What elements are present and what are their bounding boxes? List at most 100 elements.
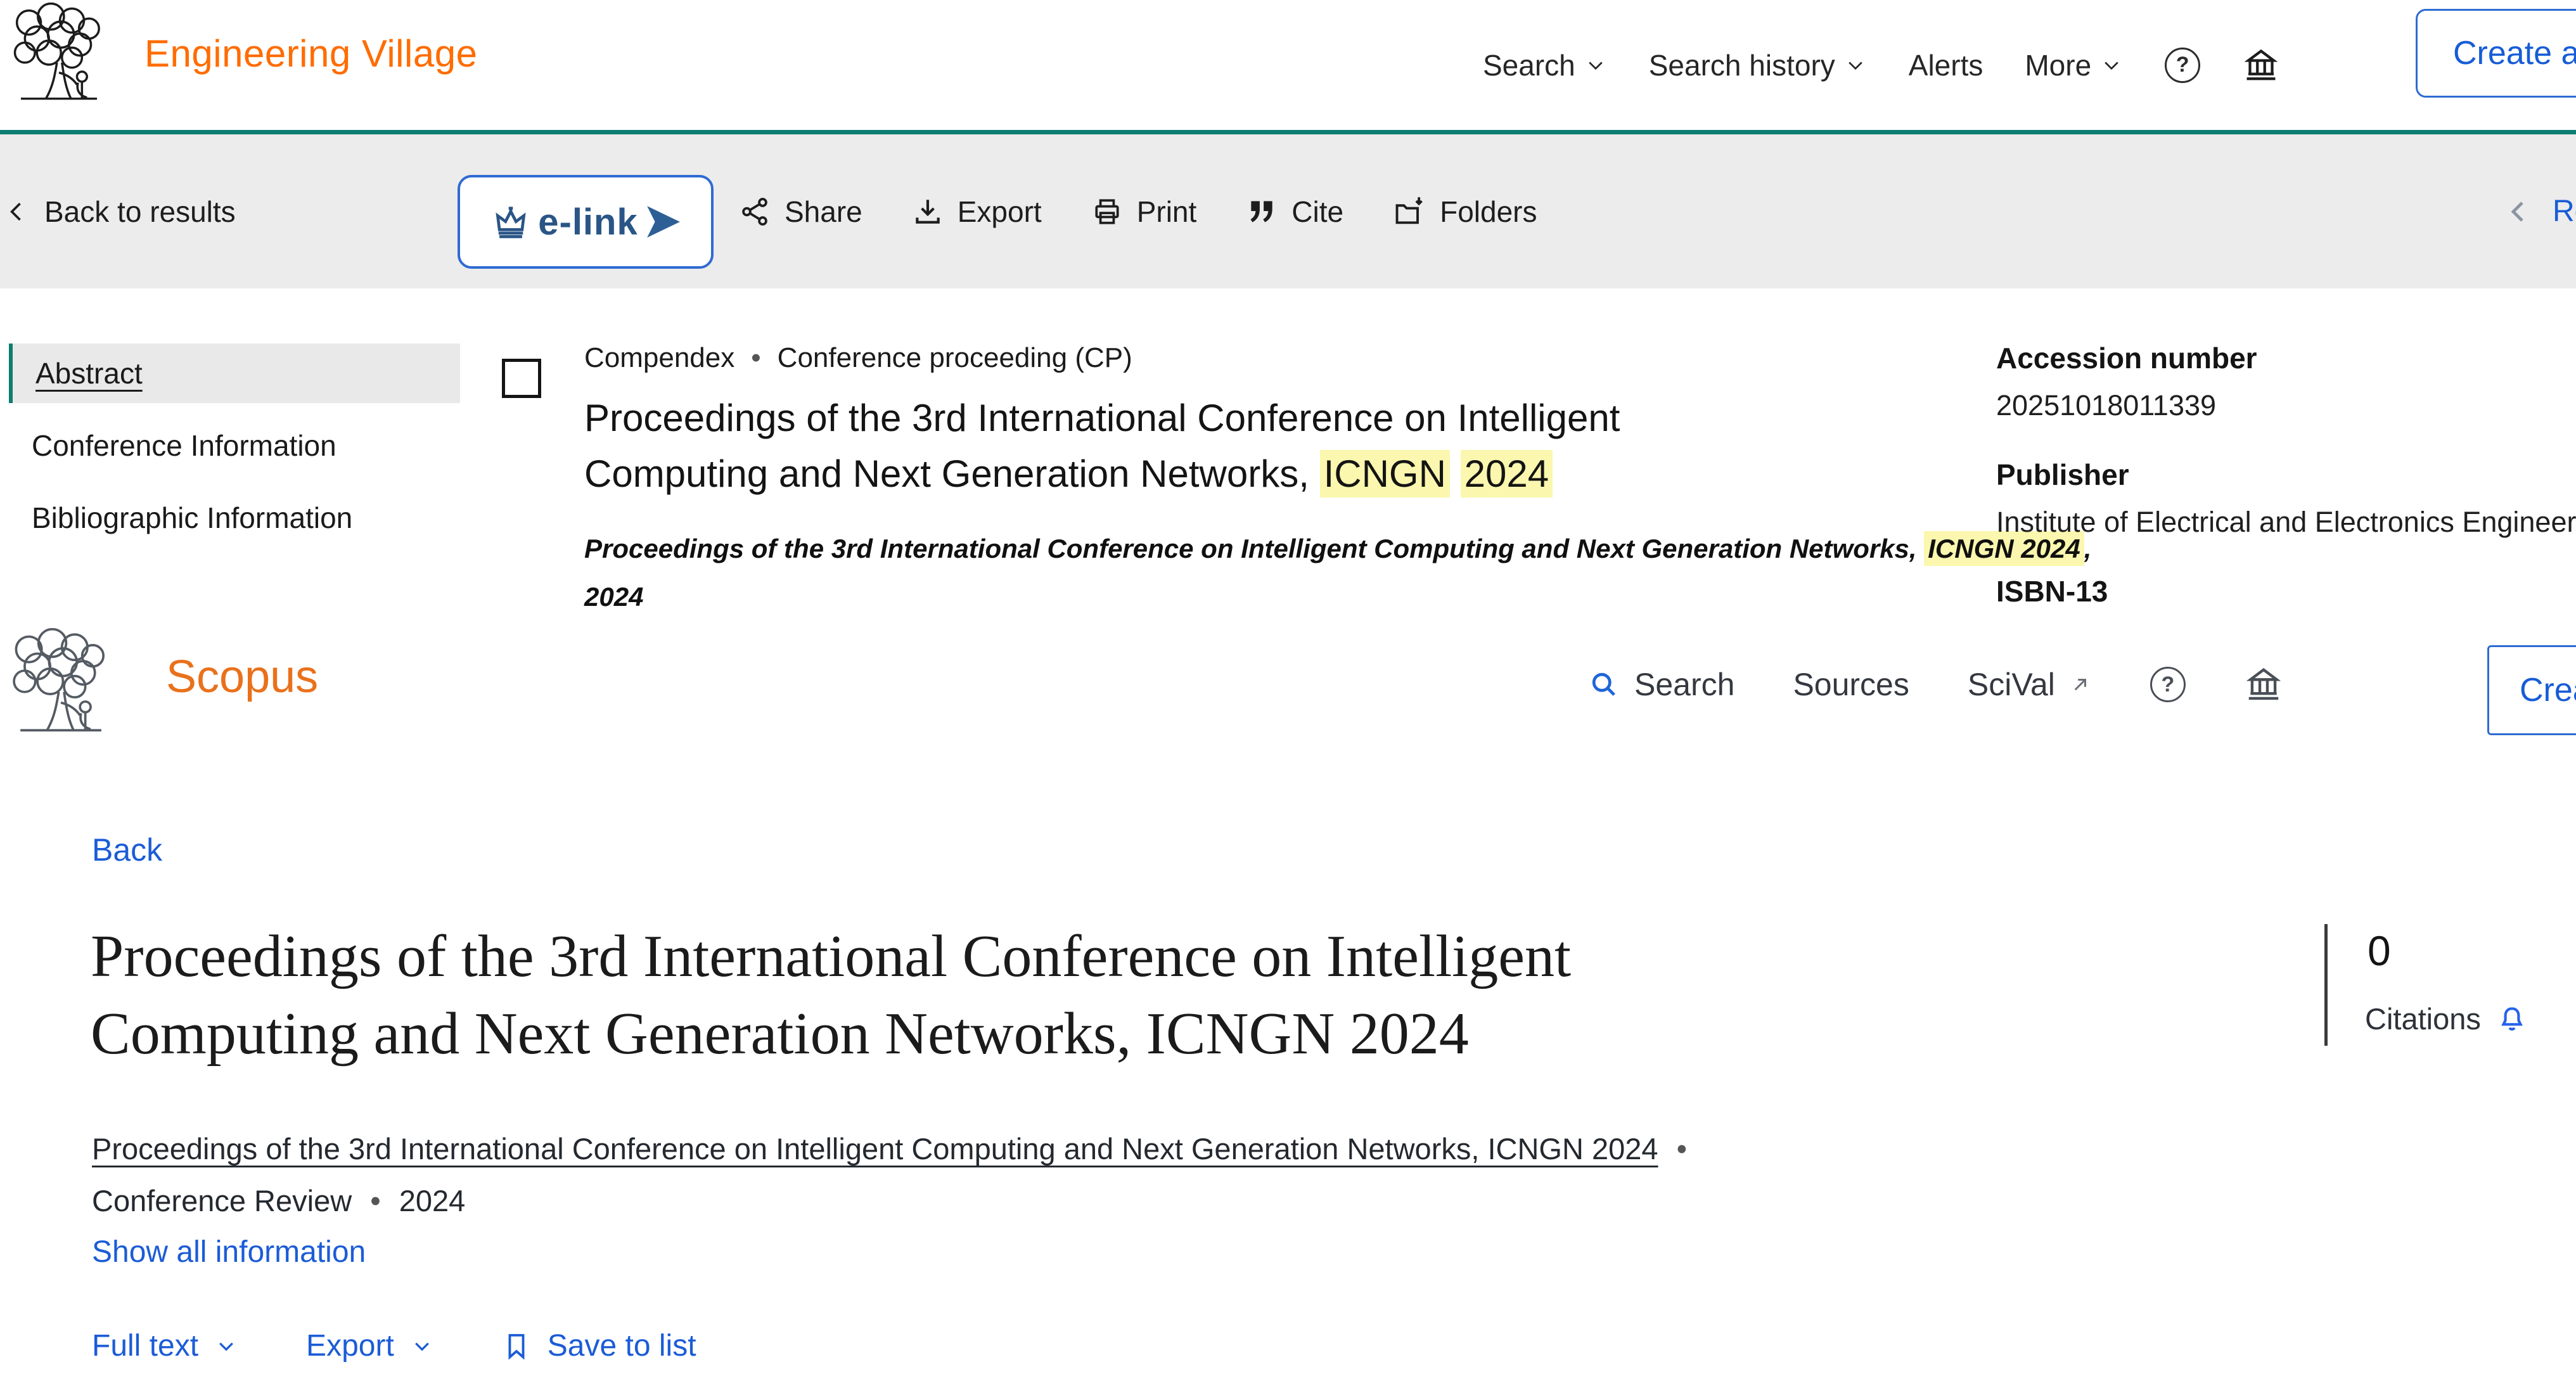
field-isbn13: ISBN-13 xyxy=(1996,574,2576,608)
bullet-separator: • xyxy=(751,342,760,374)
share-button[interactable]: Share xyxy=(739,195,862,229)
chevron-left-icon xyxy=(2503,196,2534,227)
scopus-export-button[interactable]: Export xyxy=(306,1328,433,1363)
elsevier-tree-logo-icon xyxy=(8,628,114,735)
ev-nav-alerts-label: Alerts xyxy=(1909,48,1983,82)
scopus-header: Scopus Search Sources SciVal ? xyxy=(0,624,2576,745)
scopus-help-button[interactable]: ? xyxy=(2150,667,2186,702)
ev-header: Engineering Village Search Search histor… xyxy=(0,0,2576,130)
chevron-left-icon xyxy=(3,198,30,226)
scopus-actions: Full text Export Save to list xyxy=(92,1328,696,1363)
scopus-nav-scival[interactable]: SciVal xyxy=(1968,666,2092,703)
document-type: Conference proceeding (CP) xyxy=(778,342,1132,374)
scopus-brand-title: Scopus xyxy=(166,651,318,703)
back-to-results-label: Back to results xyxy=(44,195,236,229)
elsevier-tree-logo-icon xyxy=(8,3,110,103)
save-to-list-button[interactable]: Save to list xyxy=(502,1328,696,1363)
ev-nav-more-label: More xyxy=(2025,48,2091,82)
field-value: 20251018011339 xyxy=(1996,389,2576,422)
crown-icon xyxy=(490,201,532,243)
help-button[interactable]: ? xyxy=(2165,48,2200,83)
scopus-year: 2024 xyxy=(399,1184,466,1218)
ev-brand-title: Engineering Village xyxy=(144,32,477,75)
ev-record-details: Accession number 20251018011339 Publishe… xyxy=(1996,341,2576,644)
arrow-right-icon xyxy=(644,203,681,240)
ev-nav-more[interactable]: More xyxy=(2025,48,2123,82)
scopus-create-account-button[interactable]: Crea xyxy=(2487,645,2576,735)
citations-block: Citations xyxy=(2365,1001,2528,1036)
field-label: ISBN-13 xyxy=(1996,574,2576,608)
record-pager[interactable]: Re xyxy=(2503,134,2576,288)
quote-icon xyxy=(1246,196,1278,228)
ev-create-account-button[interactable]: Create acc xyxy=(2416,9,2576,98)
scopus-document-type: Conference Review xyxy=(92,1184,352,1218)
help-icon: ? xyxy=(2150,667,2186,702)
source-title-text: Proceedings of the 3rd International Con… xyxy=(584,534,1917,563)
elink-label: e-link xyxy=(538,201,638,243)
institution-button[interactable] xyxy=(2242,46,2280,84)
chevron-down-icon xyxy=(1844,54,1867,77)
select-record-checkbox[interactable] xyxy=(502,359,541,398)
chevron-down-icon xyxy=(411,1335,433,1358)
print-button[interactable]: Print xyxy=(1091,195,1197,229)
record-title: Proceedings of the 3rd International Con… xyxy=(584,390,1738,502)
folders-label: Folders xyxy=(1440,195,1537,229)
scopus-source-line: Proceedings of the 3rd International Con… xyxy=(92,1123,1752,1227)
bookmark-icon xyxy=(502,1330,531,1362)
scopus-record-title: Proceedings of the 3rd International Con… xyxy=(91,918,1814,1072)
help-glyph: ? xyxy=(2162,672,2175,697)
bell-icon[interactable] xyxy=(2496,1003,2528,1035)
citations-divider xyxy=(2324,924,2328,1046)
scopus-nav-search-label: Search xyxy=(1634,666,1734,703)
scopus-nav-scival-label: SciVal xyxy=(1968,666,2055,703)
export-button[interactable]: Export xyxy=(912,195,1042,229)
sidebar-item-label: Conference Information xyxy=(32,428,336,463)
folder-add-icon xyxy=(1393,195,1426,228)
ev-nav-search-history[interactable]: Search history xyxy=(1649,48,1867,82)
folders-button[interactable]: Folders xyxy=(1393,195,1537,229)
ev-nav-alerts[interactable]: Alerts xyxy=(1909,48,1983,82)
page: Engineering Village Search Search histor… xyxy=(0,0,2576,1388)
record-source-line: Proceedings of the 3rd International Con… xyxy=(584,525,2105,621)
chevron-down-icon xyxy=(2100,54,2123,77)
full-text-button[interactable]: Full text xyxy=(92,1328,238,1363)
sidebar-item-bibliographic-information[interactable]: Bibliographic Information xyxy=(9,488,460,548)
chevron-down-icon xyxy=(215,1335,238,1358)
ev-nav-search[interactable]: Search xyxy=(1483,48,1607,82)
elink-button[interactable]: e-link xyxy=(458,175,714,269)
ev-record-sidebar: Abstract Conference Information Bibliogr… xyxy=(9,344,460,560)
ev-create-account-label: Create acc xyxy=(2453,34,2576,72)
external-link-arrow-icon xyxy=(2069,673,2092,696)
field-publisher: Publisher Institute of Electrical and El… xyxy=(1996,458,2576,539)
cite-button[interactable]: Cite xyxy=(1246,195,1343,229)
cite-label: Cite xyxy=(1291,195,1343,229)
help-icon: ? xyxy=(2165,48,2200,83)
ev-nav-search-history-label: Search history xyxy=(1649,48,1835,82)
scopus-export-label: Export xyxy=(306,1328,394,1363)
export-label: Export xyxy=(958,195,1042,229)
institution-icon xyxy=(2244,665,2283,704)
scopus-source-link[interactable]: Proceedings of the 3rd International Con… xyxy=(92,1132,1658,1166)
scopus-nav-search[interactable]: Search xyxy=(1587,666,1734,703)
sidebar-item-conference-information[interactable]: Conference Information xyxy=(9,416,460,475)
scopus-create-account-label: Crea xyxy=(2520,671,2576,709)
show-all-information-link[interactable]: Show all information xyxy=(92,1235,366,1269)
bullet-separator: • xyxy=(370,1184,380,1218)
sidebar-item-abstract[interactable]: Abstract xyxy=(9,344,460,403)
highlighted-term: 2024 xyxy=(1461,450,1553,498)
ev-record-main: Compendex • Conference proceeding (CP) P… xyxy=(584,342,1978,621)
field-accession-number: Accession number 20251018011339 xyxy=(1996,341,2576,422)
help-glyph: ? xyxy=(2176,53,2189,77)
ev-toolbar-actions: Share Export Print Cite xyxy=(739,134,1537,288)
back-to-results-button[interactable]: Back to results xyxy=(3,134,236,288)
citations-count: 0 xyxy=(2368,927,2391,975)
database-name: Compendex xyxy=(584,342,734,374)
download-icon xyxy=(912,196,944,228)
scopus-back-link[interactable]: Back xyxy=(92,832,162,868)
scopus-institution-button[interactable] xyxy=(2244,665,2283,704)
field-label: Publisher xyxy=(1996,458,2576,492)
save-to-list-label: Save to list xyxy=(548,1328,696,1363)
scopus-top-nav: Search Sources SciVal ? xyxy=(1587,624,2283,745)
scopus-nav-sources[interactable]: Sources xyxy=(1793,666,1909,703)
record-meta-line: Compendex • Conference proceeding (CP) xyxy=(584,342,1978,374)
